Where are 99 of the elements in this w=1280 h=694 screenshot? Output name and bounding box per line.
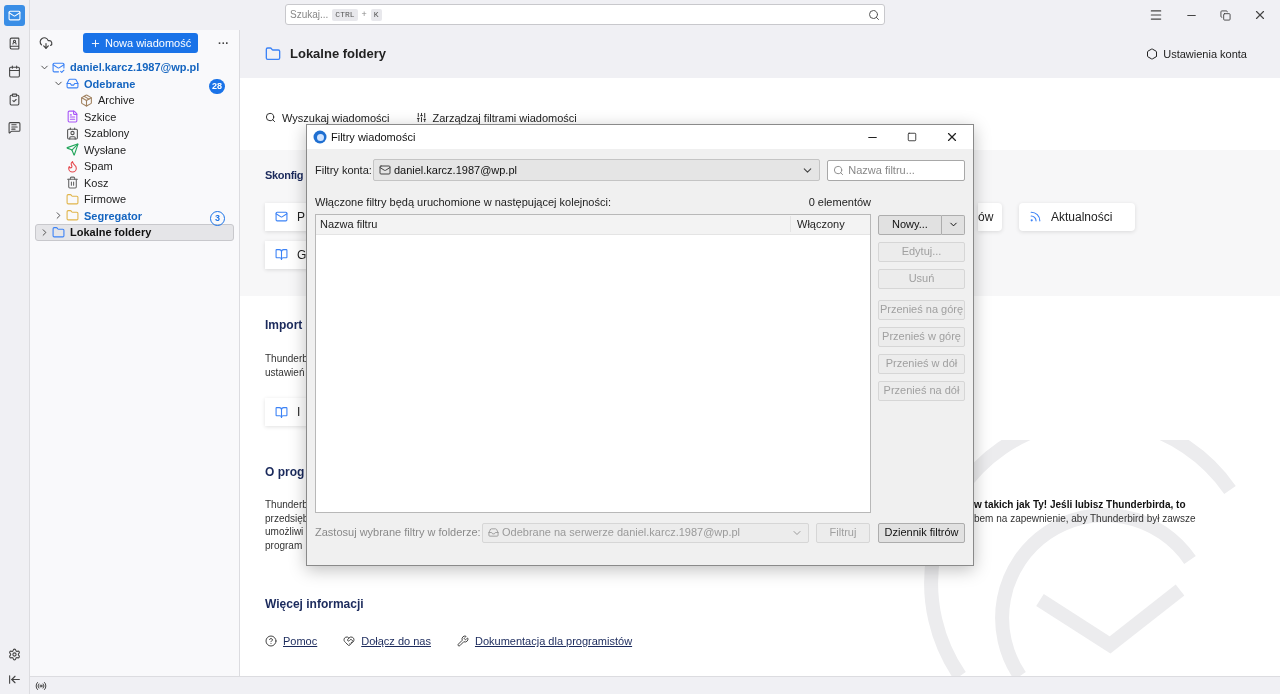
mail-icon [8,9,21,22]
folder-item[interactable]: Wysłane [35,141,234,158]
section-heading: Więcej informacji [265,596,365,613]
folder-label: Kosz [84,175,109,191]
filter-count: 0 elementów [808,195,871,210]
contacts-icon [8,37,21,50]
get-messages-icon[interactable] [39,36,53,50]
send-icon [66,143,79,157]
calendar-icon [8,65,21,78]
folder-label: Szablony [84,126,130,141]
address-book-icon [275,405,288,419]
section-heading: Import [265,317,304,334]
folder-item[interactable]: Kosz [35,174,234,191]
folder-label: Firmowe [84,192,127,207]
mail-icon [275,210,288,223]
dialog-title: Filtry wiadomości [331,129,416,145]
folder-item[interactable]: Odebrane 28 [35,75,234,92]
search-icon[interactable] [868,8,880,21]
hexagon-icon [1146,48,1159,60]
folder-label: Wysłane [84,142,127,158]
close-icon[interactable] [1253,8,1267,22]
tasks-icon [8,93,21,106]
dialog-button[interactable]: Dziennik filtrów [878,522,965,543]
more-button[interactable]: ··· [218,34,229,52]
mail-space-button[interactable] [4,5,25,26]
folder-item[interactable]: daniel.karcz.1987@wp.pl [35,59,234,76]
column-header[interactable]: Włączony [790,215,870,233]
account-settings-link[interactable]: Ustawienia konta [1146,45,1247,63]
info-link[interactable]: Pomoc [283,633,318,650]
chat-icon [8,121,21,134]
maximize-icon[interactable] [907,132,917,142]
search-icon [833,164,845,176]
paragraph-text: umożliwi [265,526,304,537]
action-link[interactable]: Zarządzaj filtrami wiadomości [415,109,577,126]
paragraph-text: w takich jak Ty! Jeśli lubisz Thunderbirda, to [974,499,1186,510]
search-field[interactable]: Szukaj... CTRL + K [285,4,885,25]
connection-icon[interactable] [35,679,47,692]
address-book-icon [275,248,288,261]
folder-item[interactable]: Archive [35,92,234,109]
folder-icon [66,192,79,206]
folder-item[interactable]: Szablony [35,125,234,142]
trash-icon [66,176,79,190]
account-label: Filtry konta: [315,162,373,178]
folder-icon [52,225,65,239]
paragraph-text: program [265,539,303,551]
mail-icon [378,164,391,176]
collapse-icon[interactable] [8,673,21,686]
menu-icon[interactable] [1149,8,1163,22]
action-link[interactable]: Wyszukaj wiadomości [265,109,390,126]
apply-label: Zastosuj wybrane filtry w folderze: [315,525,482,541]
inbox-icon [488,527,499,538]
mail-icon [52,60,65,74]
folder-label: Odebrane [84,76,136,92]
wrench-icon [456,635,469,648]
folder-item[interactable]: Szkice [35,108,234,125]
settings-icon[interactable] [8,648,21,661]
filter-search-field[interactable]: Nazwa filtru... [827,159,965,181]
section-heading: O prog [265,464,305,481]
close-icon[interactable] [945,130,959,144]
folder-label: Szkice [84,109,117,125]
document-icon [66,110,79,124]
feed-icon [1029,210,1042,223]
paragraph-text: bem na zapewnienie, aby Thunderbird był zawsze [974,512,1196,524]
setup-card[interactable]: ów [978,202,1002,231]
box-icon [80,93,93,107]
folder-label: Archive [98,93,135,108]
restore-icon[interactable] [1220,9,1231,21]
folder-title: Lokalne foldery [290,45,387,64]
info-link[interactable]: Dołącz do nas [361,633,431,650]
flame-icon [66,159,79,173]
new-message-button[interactable]: Nowa wiadomość [83,33,199,53]
folder-icon [66,209,79,223]
folder-item[interactable]: Spam [35,158,234,175]
column-header[interactable]: Nazwa filtru [316,215,790,233]
account-dropdown[interactable]: daniel.karcz.1987@wp.pl [372,159,821,181]
inbox-icon [66,77,79,91]
folder-label: Spam [84,159,113,174]
help-icon [265,635,277,648]
folder-label: daniel.karcz.1987@wp.pl [70,60,200,75]
section-heading: Skonfig [265,168,304,183]
folder-label: Lokalne foldery [70,225,152,240]
unread-badge: 28 [209,79,225,94]
folder-label: Segregator [84,208,143,224]
key-hint: CTRL [332,8,358,21]
order-label: Włączone filtry będą uruchomione w następującej kolejności: [315,195,611,210]
new-filter-button[interactable]: Nowy... [878,214,942,235]
folder-item[interactable]: Firmowe [35,191,234,208]
app-logo-icon [313,130,327,144]
search-icon [265,112,276,124]
plus-sign: + [361,7,367,21]
folder-item[interactable]: Lokalne foldery [35,224,234,241]
sliders-icon [415,112,427,124]
info-link[interactable]: Dokumentacja dla programistów [474,633,633,650]
plus-icon [90,37,101,49]
folder-icon [265,46,281,62]
paragraph-text: ustawień [265,367,305,378]
setup-card[interactable]: Aktualności [1019,202,1135,231]
template-icon [66,126,79,140]
key-hint: K [370,8,382,21]
